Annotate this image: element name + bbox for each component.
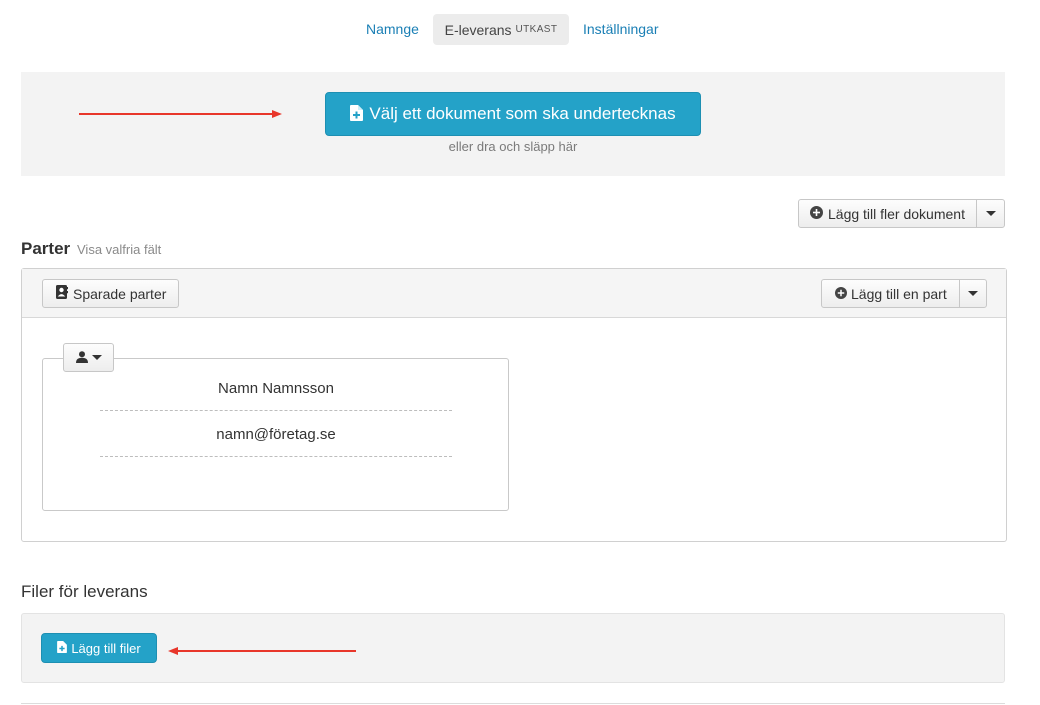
file-plus-icon [350, 104, 364, 124]
draft-badge: UTKAST [515, 24, 558, 35]
tab-e-leverans-label: E-leverans [444, 21, 512, 38]
annotation-arrow [168, 647, 356, 655]
choose-document-label: Välj ett dokument som ska undertecknas [369, 104, 676, 123]
party-role-dropdown[interactable] [63, 343, 114, 372]
name-field-underline [100, 410, 452, 411]
annotation-arrow [79, 110, 282, 118]
tab-e-leverans[interactable]: E-leverans UTKAST [433, 14, 569, 45]
plus-circle-icon [835, 286, 847, 302]
address-card-icon [56, 285, 68, 302]
party-email: namn@företag.se [216, 426, 336, 443]
bottom-divider [21, 703, 1005, 704]
choose-document-button[interactable]: Välj ett dokument som ska undertecknas [325, 92, 701, 136]
parties-panel: Sparade parter Lägg till en part Namn Na… [21, 268, 1007, 542]
add-documents-split-button: Lägg till fler dokument [798, 199, 1005, 228]
saved-parties-label: Sparade parter [73, 285, 167, 302]
plus-circle-icon [810, 205, 823, 222]
add-documents-dropdown-toggle[interactable] [977, 200, 1004, 227]
tab-namnge[interactable]: Namnge [366, 21, 419, 37]
email-field-underline [100, 456, 452, 457]
file-plus-icon [57, 640, 68, 656]
parties-panel-header: Sparade parter Lägg till en part [22, 269, 1006, 318]
drop-hint: eller dra och släpp här [448, 139, 578, 154]
caret-down-icon [91, 355, 102, 360]
add-party-button[interactable]: Lägg till en part [822, 280, 959, 307]
party-name: Namn Namnsson [218, 380, 334, 397]
add-party-label: Lägg till en part [851, 285, 947, 302]
party-card: Namn Namnsson namn@företag.se [42, 358, 509, 511]
files-heading: Filer för leverans [21, 582, 148, 601]
caret-down-icon [968, 291, 978, 296]
files-well: Lägg till filer [21, 613, 1005, 683]
caret-down-icon [985, 211, 996, 216]
add-documents-button[interactable]: Lägg till fler dokument [799, 200, 976, 227]
add-files-button[interactable]: Lägg till filer [41, 633, 157, 663]
saved-parties-button[interactable]: Sparade parter [42, 279, 179, 308]
parties-heading: Parter [21, 239, 71, 258]
document-dropzone[interactable]: Välj ett dokument som ska undertecknas e… [21, 72, 1005, 176]
party-email-field[interactable]: namn@företag.se [100, 426, 452, 457]
add-party-split-button: Lägg till en part [821, 279, 987, 308]
user-icon [75, 350, 88, 366]
add-files-label: Lägg till filer [71, 640, 141, 656]
add-party-dropdown-toggle[interactable] [960, 280, 986, 307]
add-documents-label: Lägg till fler dokument [828, 205, 965, 222]
party-name-field[interactable]: Namn Namnsson [100, 380, 452, 411]
tab-installningar[interactable]: Inställningar [583, 21, 659, 37]
show-optional-fields-link[interactable]: Visa valfria fält [77, 242, 161, 257]
